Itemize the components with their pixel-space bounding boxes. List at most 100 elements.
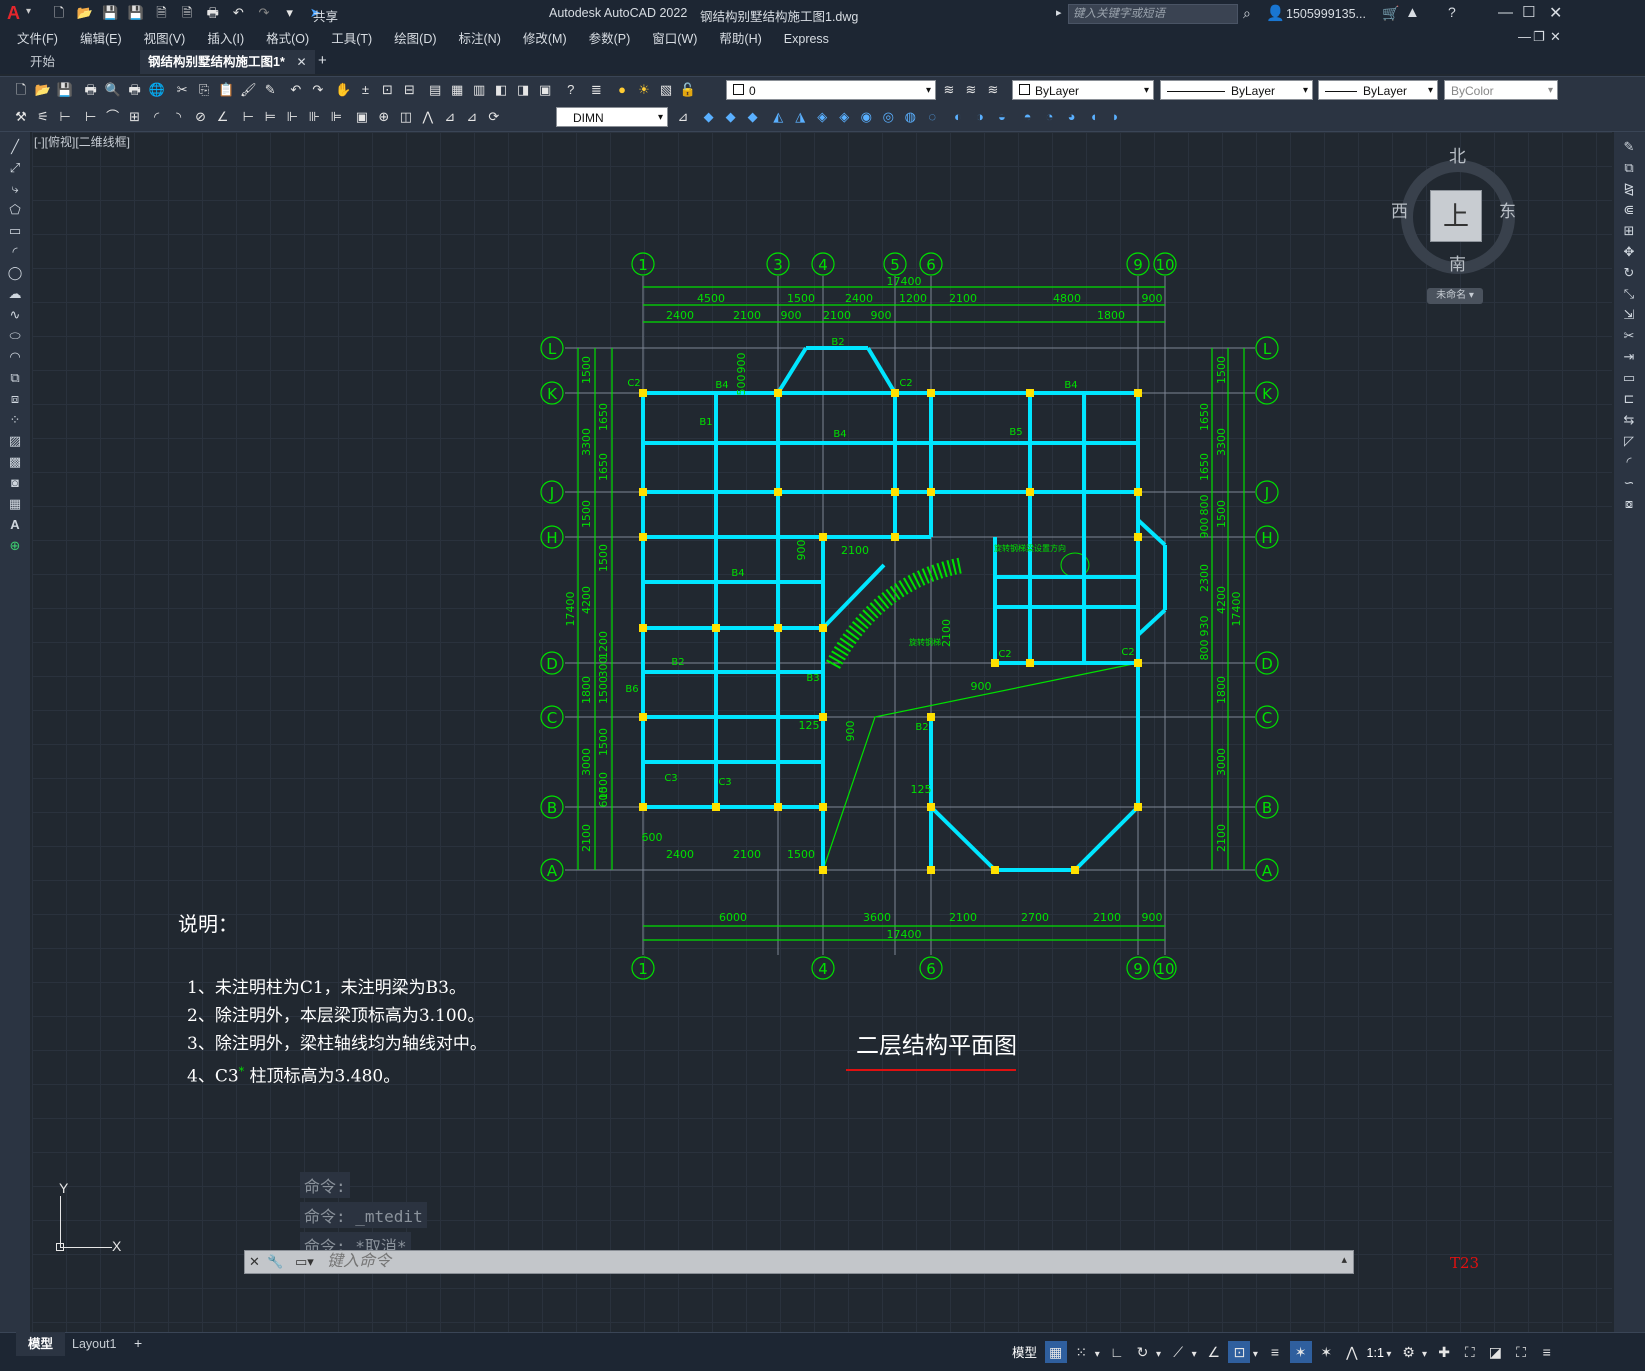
cone-icon[interactable]: ◆	[744, 108, 762, 126]
color-dropdown[interactable]: ByLayer ▾	[1012, 80, 1154, 100]
layer-on-icon[interactable]: ●	[613, 81, 631, 99]
menu-item-10[interactable]: 窗口(W)	[641, 28, 708, 50]
center-mark-icon[interactable]: ⊕	[375, 108, 393, 126]
command-customize-icon[interactable]: 🔧	[267, 1254, 283, 1270]
beam-36[interactable]	[1136, 608, 1167, 637]
osnap-icon[interactable]: ⊡	[1228, 1341, 1251, 1363]
inspect-icon[interactable]: ◫	[397, 108, 415, 126]
mirror-icon[interactable]: ⧎	[1614, 178, 1644, 199]
chevron-down-icon[interactable]: ▾	[1092, 1344, 1102, 1366]
units-icon[interactable]: ⛶	[1459, 1341, 1481, 1363]
column-26[interactable]	[639, 803, 647, 811]
publish-3d-icon[interactable]: 🌐	[148, 81, 166, 99]
tab-document[interactable]: 钢结构别墅结构施工图1* ✕	[140, 50, 315, 74]
explode-icon[interactable]: ⧇	[1614, 493, 1644, 514]
customize-status-icon[interactable]: ≡	[1536, 1341, 1558, 1363]
subtract-icon[interactable]: ◎	[879, 108, 897, 126]
column-4[interactable]	[1026, 389, 1034, 397]
rotate-icon[interactable]: ↻	[1614, 262, 1644, 283]
menu-item-6[interactable]: 绘图(D)	[383, 28, 447, 50]
column-20[interactable]	[991, 659, 999, 667]
doc-close-icon[interactable]: ✕	[1550, 29, 1561, 45]
break-at-point-icon[interactable]: ▭	[1614, 367, 1644, 388]
clean-icon[interactable]: ◖	[1085, 108, 1103, 126]
break-icon[interactable]: ⊏	[1614, 388, 1644, 409]
add-selected-icon[interactable]: ⊕	[0, 535, 30, 556]
quick-dim-icon[interactable]: ⚟	[34, 108, 52, 126]
column-30[interactable]	[927, 803, 935, 811]
dim-diameter-icon[interactable]: ⊘	[192, 108, 210, 126]
pan-icon[interactable]: ✋	[335, 81, 353, 99]
menu-item-12[interactable]: Express	[773, 28, 840, 50]
column-6[interactable]	[639, 488, 647, 496]
save-icon[interactable]: 💾	[101, 4, 119, 22]
minimize-window-icon[interactable]: —	[1498, 4, 1513, 21]
menu-item-4[interactable]: 格式(O)	[255, 28, 320, 50]
markup-icon[interactable]: ◨	[514, 81, 532, 99]
beam-37[interactable]	[821, 563, 886, 630]
column-22[interactable]	[1134, 659, 1142, 667]
tab-layout1[interactable]: Layout1	[60, 1332, 128, 1356]
save-web-icon[interactable]: 🗎	[178, 4, 196, 22]
slice-icon[interactable]: ◐	[949, 108, 967, 126]
zoom-realtime-icon[interactable]: ±	[357, 81, 375, 99]
menu-item-7[interactable]: 标注(N)	[448, 28, 512, 50]
menu-item-1[interactable]: 编辑(E)	[69, 28, 133, 50]
help-icon[interactable]: ?	[1448, 4, 1456, 20]
ellipse-arc-icon[interactable]: ◠	[0, 346, 30, 367]
annotation-scale-icon[interactable]: ⋀	[1341, 1341, 1363, 1363]
layer-manager-icon[interactable]: ≣	[587, 81, 605, 99]
copy-icon[interactable]: ⎘	[195, 81, 213, 99]
extrude-icon[interactable]: ◭	[769, 108, 787, 126]
design-center-icon[interactable]: ▦	[448, 81, 466, 99]
structural-plan-drawing[interactable]: 174004500 1500 2400 1200 2100 4800 9002400 2100…	[32, 132, 1612, 1332]
drawing-canvas[interactable]: [-][俯视][二维线框] 上 北 南 东 西 未命名 ▾ 17400 4500 1…	[32, 132, 1612, 1332]
matchprop-icon[interactable]: 🖌	[239, 81, 257, 99]
redo-icon[interactable]: ↷	[309, 81, 327, 99]
cart-icon[interactable]: 🛒	[1382, 5, 1399, 22]
arc-icon[interactable]: ◜	[0, 241, 30, 262]
layer-viewport-icon[interactable]: ▧	[657, 81, 675, 99]
properties-icon[interactable]: ▤	[426, 81, 444, 99]
menu-item-5[interactable]: 工具(T)	[320, 28, 383, 50]
beam-33[interactable]	[1073, 805, 1140, 872]
union-icon[interactable]: ◉	[857, 108, 875, 126]
chevron-down-icon[interactable]: ▾	[1250, 1344, 1260, 1366]
grid-icon[interactable]: ▦	[1044, 1341, 1067, 1363]
check-icon[interactable]: ◗	[1107, 108, 1125, 126]
dim-update-icon[interactable]: ⟳	[485, 108, 503, 126]
layer-previous-icon[interactable]: ≋	[962, 81, 980, 99]
column-7[interactable]	[774, 488, 782, 496]
copy-object-icon[interactable]: ⧉	[1614, 157, 1644, 178]
move-icon[interactable]: ✥	[1614, 241, 1644, 262]
intersect-icon[interactable]: ◍	[901, 108, 919, 126]
tab-close-icon[interactable]: ✕	[296, 55, 306, 69]
section-icon[interactable]: ◑	[971, 108, 989, 126]
qnew-icon[interactable]: 🗋	[12, 81, 30, 99]
insert-block-icon[interactable]: ⧉	[0, 367, 30, 388]
polygon-icon[interactable]: ⬠	[0, 199, 30, 220]
isodraft-icon[interactable]: ⟋	[1167, 1341, 1189, 1363]
interfere-icon[interactable]: ◌	[923, 108, 941, 126]
command-input[interactable]	[325, 1252, 1325, 1272]
column-14[interactable]	[891, 533, 899, 541]
chevron-down-icon[interactable]: ▾	[1420, 1344, 1430, 1366]
annotation-scale-value[interactable]: 1:1	[1367, 1346, 1384, 1360]
separate-icon[interactable]: ◕	[1063, 108, 1081, 126]
loft-icon[interactable]: ◈	[835, 108, 853, 126]
help-icon[interactable]: ?	[562, 81, 580, 99]
undo-icon[interactable]: ↶	[287, 81, 305, 99]
column-16[interactable]	[639, 624, 647, 632]
jogged-linear-icon[interactable]: ⋀	[419, 108, 437, 126]
menu-item-11[interactable]: 帮助(H)	[708, 28, 772, 50]
open-web-icon[interactable]: 🗎	[153, 4, 171, 22]
column-1[interactable]	[774, 389, 782, 397]
spiral-stair[interactable]	[826, 557, 965, 669]
calculator-icon[interactable]: ▣	[536, 81, 554, 99]
flatten-icon[interactable]: ◒	[993, 108, 1011, 126]
table-icon[interactable]: ▦	[0, 493, 30, 514]
ellipse-icon[interactable]: ⬭	[0, 325, 30, 346]
column-17[interactable]	[712, 624, 720, 632]
gradient-icon[interactable]: ▩	[0, 451, 30, 472]
column-18[interactable]	[774, 624, 782, 632]
